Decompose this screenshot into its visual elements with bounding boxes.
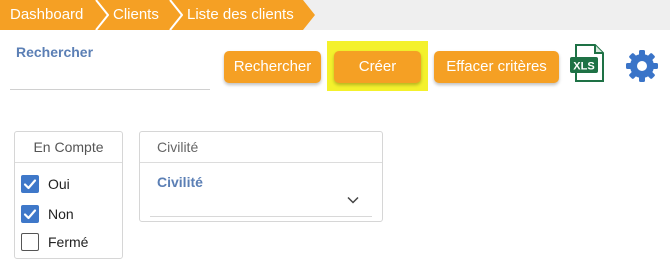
checkbox-checked[interactable] — [21, 205, 39, 223]
account-filter-title: En Compte — [15, 132, 122, 163]
breadcrumb-dashboard[interactable]: Dashboard — [0, 0, 108, 30]
civility-filter-panel: Civilité Civilité — [139, 131, 383, 222]
checkbox-checked[interactable] — [21, 175, 39, 193]
checkbox-label: Non — [48, 206, 74, 222]
excel-xls-icon[interactable]: XLS — [568, 43, 608, 83]
chevron-down-icon[interactable] — [346, 193, 360, 207]
civility-field-label: Civilité — [157, 174, 203, 190]
checkmark-icon — [23, 179, 37, 190]
breadcrumb-separator-icon — [95, 0, 109, 30]
excel-xls-icon-text: XLS — [573, 61, 594, 73]
civility-filter-title: Civilité — [140, 132, 382, 163]
search-input[interactable] — [10, 62, 210, 90]
search-label: Rechercher — [16, 44, 94, 60]
checkmark-icon — [23, 209, 37, 220]
clear-criteria-button[interactable]: Effacer critères — [434, 51, 559, 83]
breadcrumb-liste-des-clients: Liste des clients — [171, 0, 315, 30]
breadcrumb-separator-icon — [169, 0, 183, 30]
create-button[interactable]: Créer — [334, 51, 421, 83]
gear-icon[interactable] — [624, 48, 660, 84]
checkbox-label: Fermé — [48, 234, 89, 250]
breadcrumb: Dashboard Clients Liste des clients — [0, 0, 670, 30]
account-filter-panel: En Compte Oui Non Fermé — [14, 131, 123, 259]
checkbox-unchecked[interactable] — [21, 233, 39, 251]
search-button[interactable]: Rechercher — [224, 51, 321, 83]
checkbox-label: Oui — [48, 176, 70, 192]
civility-select[interactable] — [150, 190, 372, 217]
